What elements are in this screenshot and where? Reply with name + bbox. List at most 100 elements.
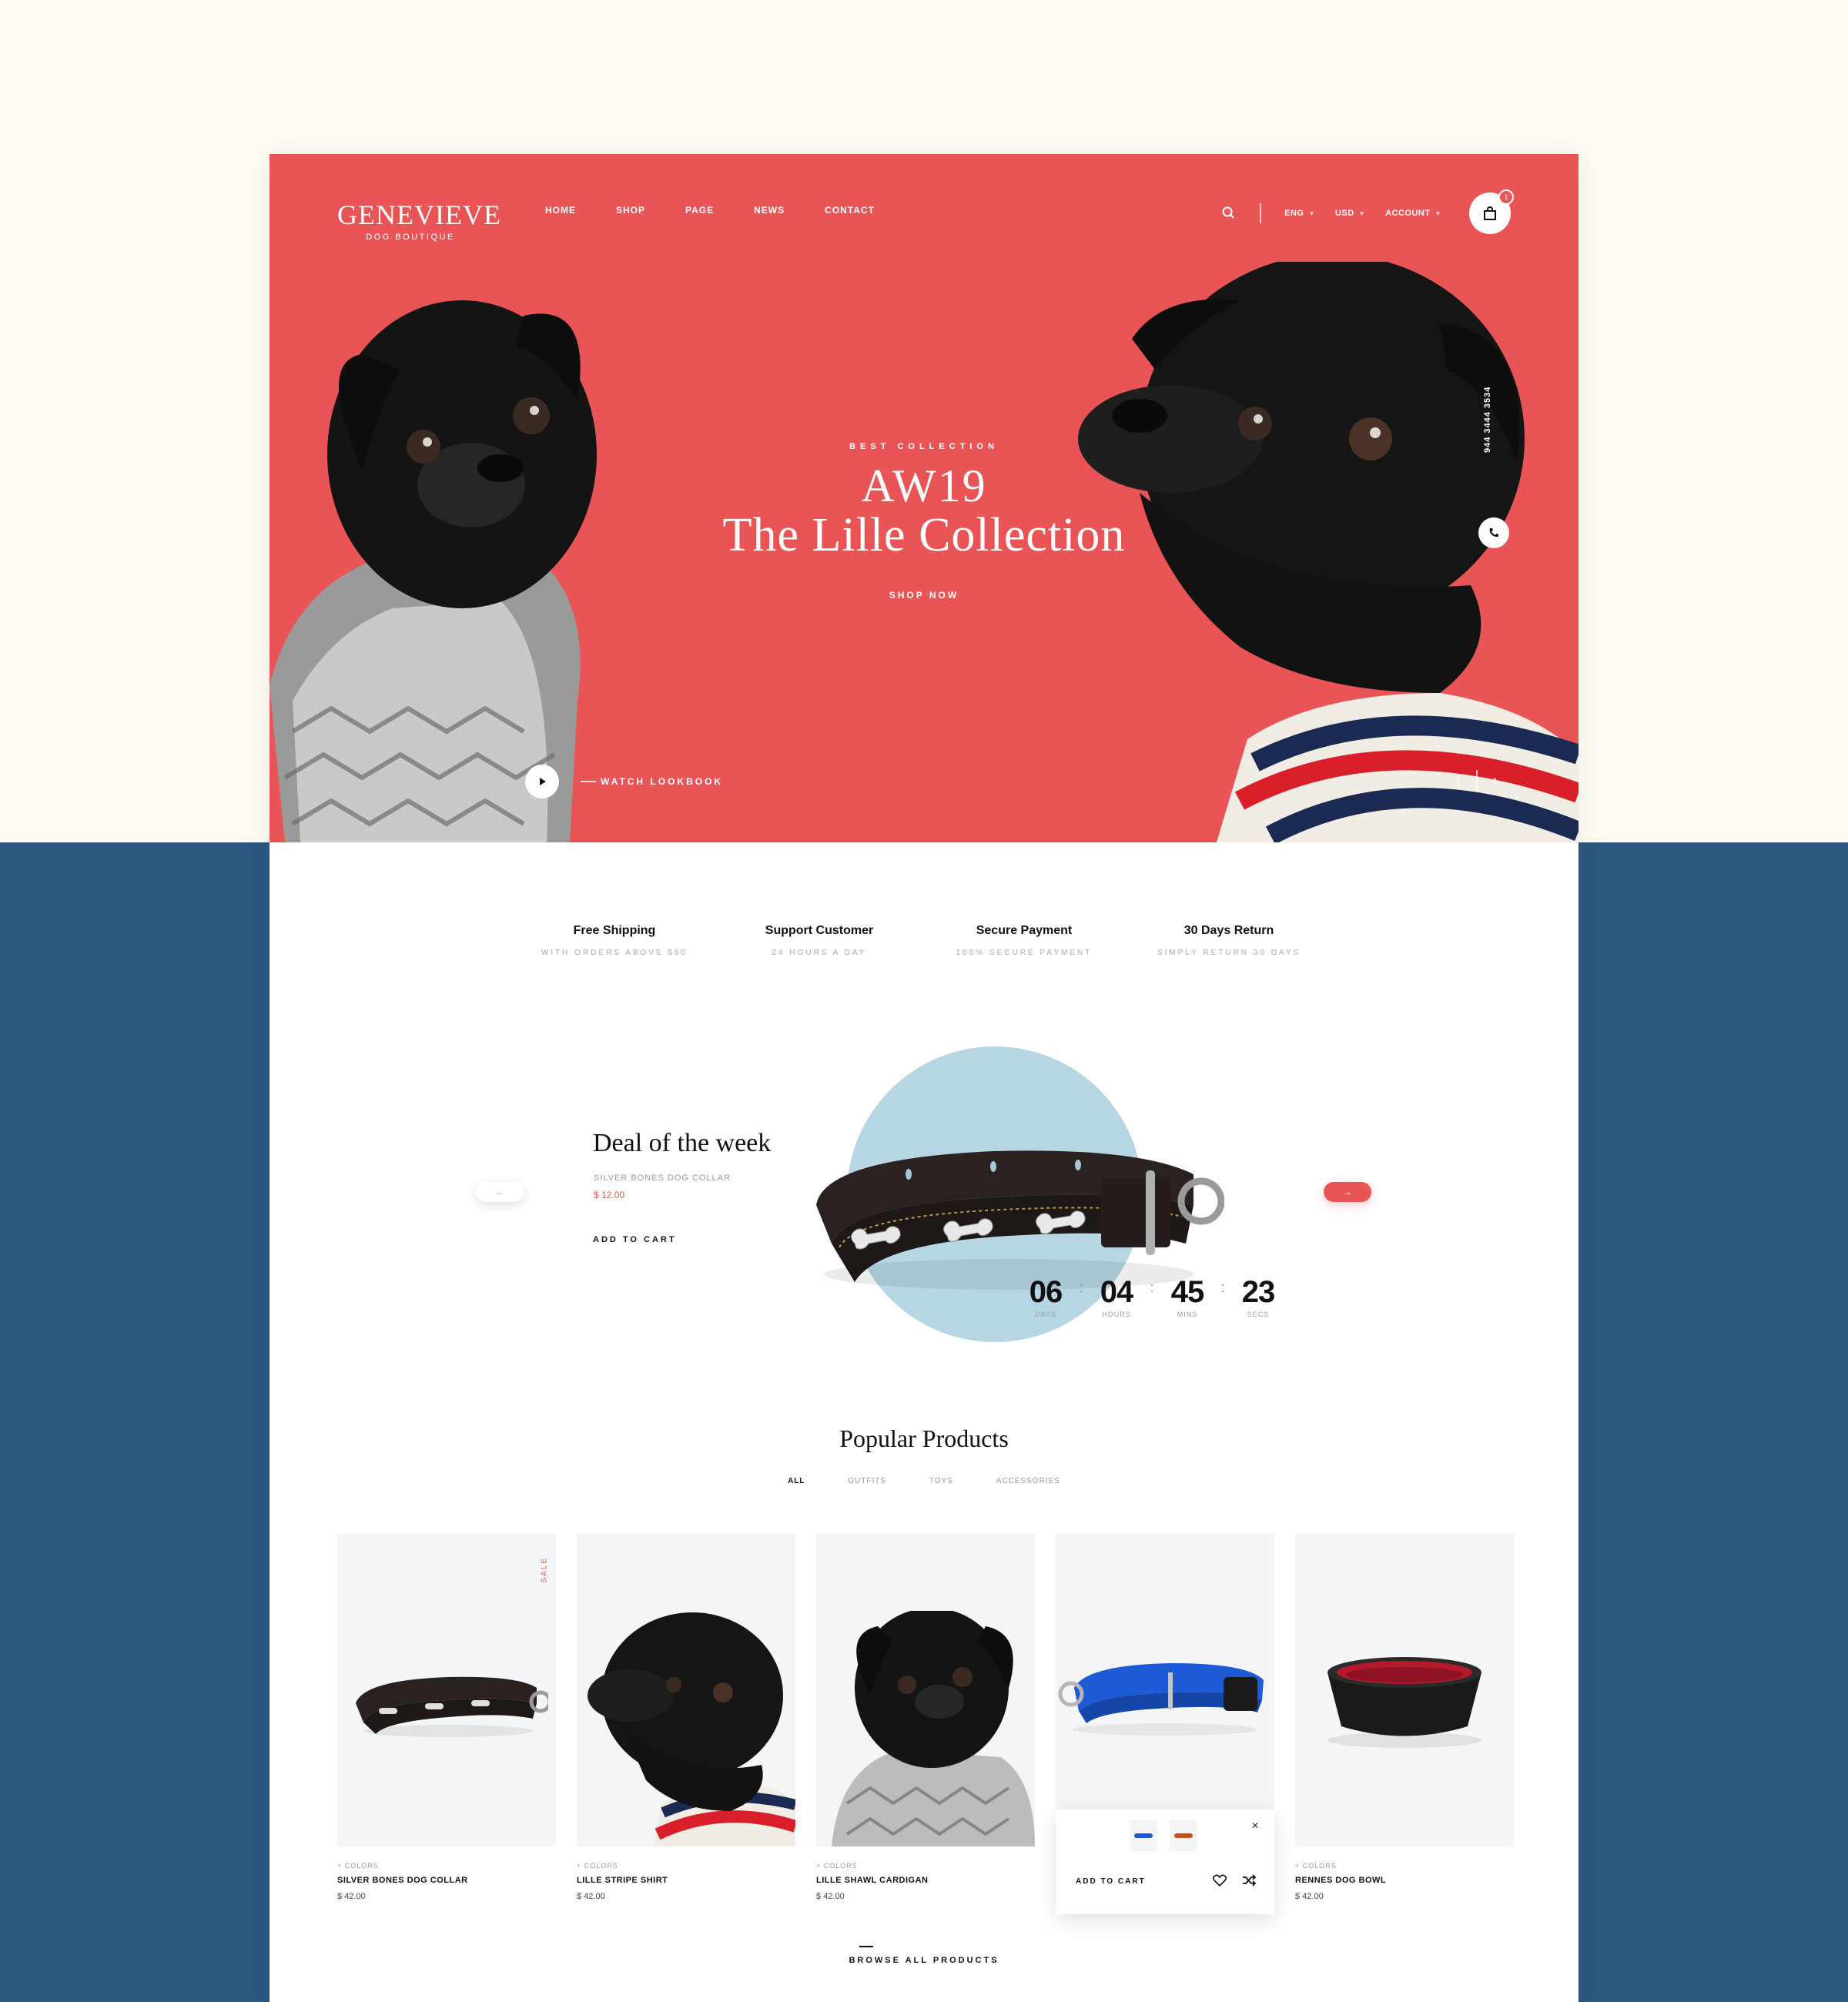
countdown-separator: : (1079, 1280, 1083, 1295)
watch-lookbook[interactable]: WATCH LOOKBOOK (525, 765, 723, 798)
nav-news[interactable]: NEWS (754, 205, 785, 216)
deal-next-button[interactable]: → (1324, 1182, 1371, 1202)
slider-divider (1475, 770, 1478, 792)
feature-shipping: Free Shipping WITH ORDERS ABOVE $50 (522, 924, 707, 957)
nav-shop[interactable]: SHOP (616, 205, 645, 216)
pug-shawl-cardigan-image (832, 1611, 1035, 1846)
phone-icon (1489, 528, 1498, 537)
product-name[interactable]: LILLE SHAWL CARDIGAN (816, 1876, 1035, 1885)
language-selector[interactable]: ENG ▼ (1284, 209, 1315, 218)
deal-add-to-cart-button[interactable]: ADD TO CART (593, 1235, 677, 1244)
countdown-value: 45 (1170, 1275, 1205, 1309)
countdown-value: 06 (1029, 1275, 1063, 1309)
lookbook-label: WATCH LOOKBOOK (601, 776, 724, 787)
arrow-left-icon: ← (495, 1187, 504, 1197)
chevron-left-icon[interactable]: ‹ (1455, 772, 1461, 790)
feature-subtitle: 100% SECURE PAYMENT (956, 949, 1093, 957)
filter-all[interactable]: ALL (788, 1477, 805, 1485)
deal-prev-button[interactable]: ← (476, 1182, 524, 1202)
product-colors-link[interactable]: + COLORS (577, 1862, 795, 1870)
utility-bar: ENG ▼ USD ▼ ACCOUNT ▼ 1 (1221, 189, 1514, 234)
product-name[interactable]: LILLE STRIPE SHIRT (577, 1876, 795, 1885)
dog-bowl-image (1327, 1657, 1481, 1748)
product-image[interactable]: SALE (337, 1534, 556, 1846)
currency-selector[interactable]: USD ▼ (1335, 209, 1365, 218)
cart-button[interactable]: 1 (1469, 189, 1514, 234)
product-card[interactable]: + COLORS LILLE SHAWL CARDIGAN $ 42.00 (816, 1534, 1035, 1901)
brand-tagline: DOG BOUTIQUE (366, 233, 455, 242)
filter-outfits[interactable]: OUTFITS (848, 1477, 886, 1485)
product-colors-link[interactable]: + COLORS (816, 1862, 1035, 1870)
feature-payment: Secure Payment 100% SECURE PAYMENT (932, 924, 1116, 957)
browse-line (859, 1946, 873, 1947)
chevron-right-icon[interactable]: › (1493, 772, 1498, 790)
hero-eyebrow: BEST COLLECTION (849, 442, 999, 451)
search-icon[interactable] (1221, 206, 1237, 221)
product-card[interactable]: + COLORS LILLE STRIPE SHIRT $ 42.00 (577, 1534, 795, 1901)
product-name[interactable]: RENNES DOG BOWL (1295, 1876, 1514, 1885)
filter-accessories[interactable]: ACCESSORIES (996, 1477, 1060, 1485)
filter-toys[interactable]: TOYS (929, 1477, 953, 1485)
heart-icon[interactable] (1213, 1874, 1227, 1886)
product-image[interactable] (577, 1534, 795, 1846)
pug-stripe-shirt-image (588, 1612, 795, 1846)
product-image[interactable] (1295, 1534, 1514, 1846)
product-name[interactable]: SILVER BONES DOG COLLAR (337, 1876, 556, 1885)
color-swatch-blue[interactable] (1130, 1820, 1157, 1851)
play-button[interactable] (525, 765, 559, 798)
countdown-label: MINS (1177, 1311, 1198, 1318)
chevron-down-icon: ▼ (1358, 210, 1366, 217)
nav-page[interactable]: PAGE (685, 205, 714, 216)
phone-button[interactable] (1478, 517, 1509, 548)
product-filters: ALL OUTFITS TOYS ACCESSORIES (270, 1477, 1578, 1485)
feature-title: Support Customer (765, 924, 874, 937)
countdown-secs: 23 SECS (1237, 1275, 1280, 1318)
brand-logo[interactable]: GENEVIEVE DOG BOUTIQUE (337, 199, 500, 242)
language-value: ENG (1284, 209, 1304, 218)
play-icon (540, 778, 546, 785)
hero-banner: GENEVIEVE DOG BOUTIQUE HOME SHOP PAGE NE… (270, 154, 1578, 842)
hero-pug-left (270, 300, 597, 842)
collar-product-image (356, 1676, 548, 1737)
feature-subtitle: SIMPLY RETURN 30 DAYS (1157, 949, 1301, 957)
shopping-bag-icon (1484, 206, 1496, 220)
product-price: $ 42.00 (337, 1892, 366, 1901)
hero-title-collection: The Lille Collection (722, 509, 1126, 561)
product-price: $ 42.00 (1295, 1892, 1324, 1901)
product-price: $ 42.00 (577, 1892, 605, 1901)
product-colors-link[interactable]: + COLORS (337, 1862, 556, 1870)
shop-now-link[interactable]: SHOP NOW (889, 590, 959, 601)
account-menu[interactable]: ACCOUNT ▼ (1385, 209, 1441, 218)
product-card[interactable]: SALE + COLORS SILVER BONES DOG COLLAR $ … (337, 1534, 556, 1901)
deal-title: Deal of the week (593, 1129, 772, 1157)
product-colors-link[interactable]: + COLORS (1295, 1862, 1514, 1870)
product-card-hovered[interactable]: ✕ ADD TO CART (1056, 1534, 1274, 1914)
phone-number: 944 3444 3534 (1483, 386, 1492, 453)
browse-all-products-link[interactable]: BROWSE ALL PRODUCTS (270, 1956, 1578, 1965)
deal-product-name[interactable]: SILVER BONES DOG COLLAR (594, 1173, 731, 1183)
feature-title: Free Shipping (573, 924, 656, 937)
nav-contact[interactable]: CONTACT (825, 205, 875, 216)
countdown-hours: 04 HOURS (1095, 1275, 1138, 1318)
product-image[interactable] (1056, 1534, 1274, 1846)
product-image[interactable] (816, 1534, 1035, 1846)
quick-add-popup: ✕ ADD TO CART (1056, 1810, 1274, 1914)
main-nav: HOME SHOP PAGE NEWS CONTACT (545, 205, 915, 216)
countdown-days: 06 DAYS (1024, 1275, 1067, 1318)
feature-subtitle: WITH ORDERS ABOVE $50 (541, 949, 688, 957)
hero-content: BEST COLLECTION AW19 The Lille Collectio… (616, 442, 1232, 602)
quick-add-to-cart-button[interactable]: ADD TO CART (1076, 1877, 1146, 1886)
feature-return: 30 Days Return SIMPLY RETURN 30 DAYS (1137, 924, 1321, 957)
sale-badge: SALE (541, 1557, 549, 1583)
countdown-label: SECS (1247, 1311, 1270, 1318)
hero-slider-nav: ‹ › (1455, 770, 1498, 792)
countdown-value: 23 (1241, 1275, 1276, 1309)
color-swatch-orange[interactable] (1170, 1820, 1197, 1851)
feature-support: Support Customer 24 HOURS A DAY (727, 924, 912, 957)
nav-home[interactable]: HOME (545, 205, 576, 216)
product-card[interactable]: + COLORS RENNES DOG BOWL $ 42.00 (1295, 1534, 1514, 1901)
close-icon[interactable]: ✕ (1251, 1820, 1259, 1831)
shuffle-icon[interactable] (1242, 1874, 1256, 1886)
deal-collar-image (816, 1150, 1224, 1290)
countdown-separator: : (1220, 1280, 1225, 1295)
